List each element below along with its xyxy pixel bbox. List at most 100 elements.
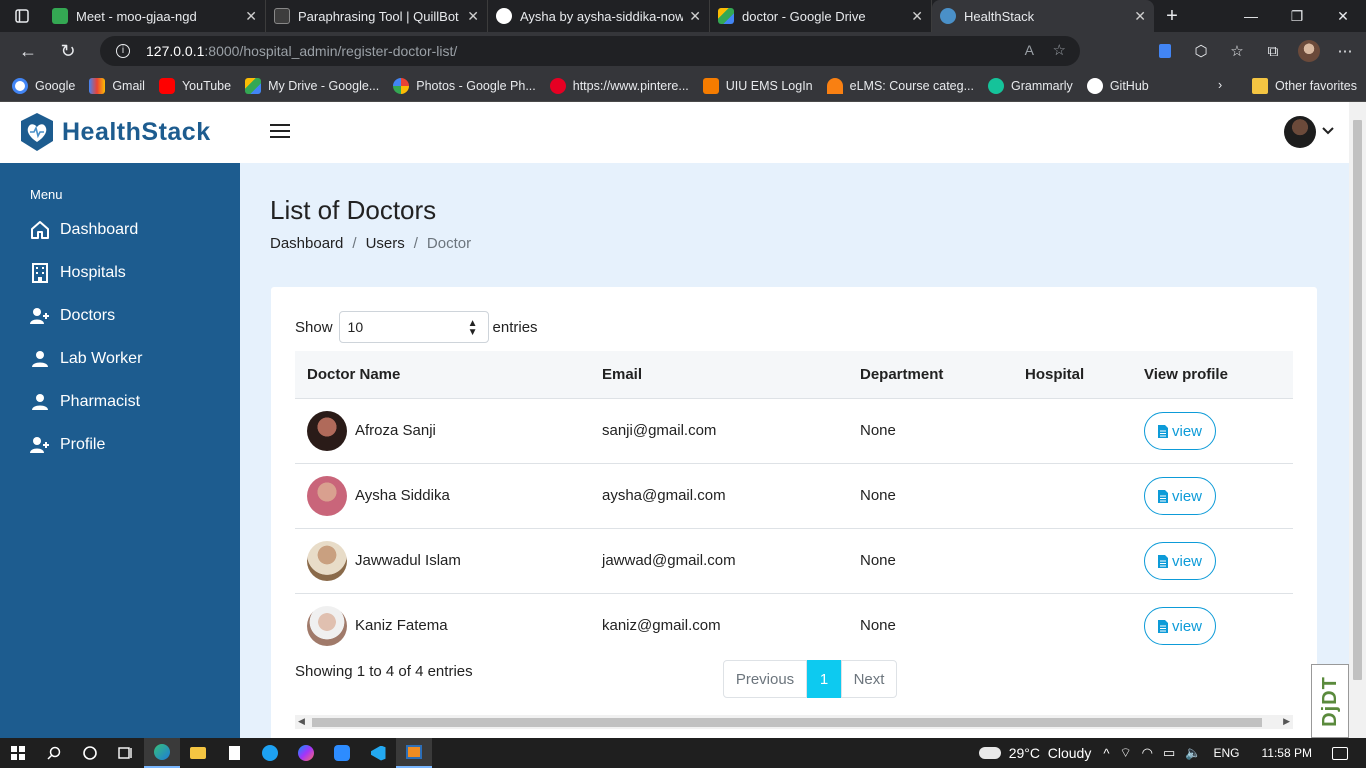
breadcrumb-link[interactable]: Users bbox=[366, 235, 405, 252]
scroll-left-icon[interactable]: ◀ bbox=[298, 716, 305, 727]
messenger-icon[interactable] bbox=[288, 738, 324, 768]
weather-cloud-icon[interactable] bbox=[978, 747, 1001, 759]
weather-text[interactable]: 29°C Cloudy bbox=[1009, 745, 1092, 761]
bookmark-item[interactable]: UIU EMS LogIn bbox=[702, 77, 813, 94]
sidebar-item-dashboard[interactable]: Dashboard bbox=[30, 220, 138, 240]
scrollbar-thumb[interactable] bbox=[1353, 120, 1362, 680]
scrollbar-thumb[interactable] bbox=[312, 718, 1262, 727]
bookmark-item[interactable]: GitHub bbox=[1086, 77, 1149, 94]
search-icon[interactable] bbox=[36, 738, 72, 768]
column-header[interactable]: Email bbox=[602, 366, 642, 383]
sidebar-toggle-icon[interactable] bbox=[270, 124, 290, 142]
new-tab-icon[interactable]: + bbox=[1154, 1, 1190, 31]
edge-taskbar-icon[interactable] bbox=[144, 738, 180, 768]
tab-title: Paraphrasing Tool | QuillBot AI bbox=[298, 8, 462, 24]
notepad-icon[interactable] bbox=[216, 738, 252, 768]
extensions-icon[interactable]: ⬡ bbox=[1190, 40, 1212, 62]
cortana-icon[interactable] bbox=[72, 738, 108, 768]
tab-close-icon[interactable]: ✕ bbox=[245, 8, 257, 25]
tab-close-icon[interactable]: ✕ bbox=[689, 8, 701, 25]
url-field[interactable]: i 127.0.0.1:8000/hospital_admin/register… bbox=[100, 36, 1080, 66]
read-aloud-icon[interactable]: A bbox=[1025, 42, 1034, 58]
tab-close-icon[interactable]: ✕ bbox=[1134, 8, 1146, 25]
view-profile-button[interactable]: view bbox=[1144, 412, 1216, 450]
column-header[interactable]: Department bbox=[860, 366, 943, 383]
profile-avatar[interactable] bbox=[1298, 40, 1320, 62]
bookmark-item[interactable]: My Drive - Google... bbox=[245, 77, 379, 94]
page-vertical-scrollbar[interactable] bbox=[1349, 102, 1366, 738]
bookmark-item[interactable]: Google bbox=[12, 77, 75, 94]
user-plus-icon bbox=[30, 306, 50, 326]
sidebar-item-hospitals[interactable]: Hospitals bbox=[30, 263, 126, 283]
scroll-right-icon[interactable]: ▶ bbox=[1283, 716, 1290, 727]
other-favorites[interactable]: Other favorites bbox=[1252, 78, 1357, 94]
sidebar-item-lab-worker[interactable]: Lab Worker bbox=[30, 349, 142, 369]
breadcrumb-link[interactable]: Dashboard bbox=[270, 235, 343, 252]
bookmark-item[interactable]: Gmail bbox=[89, 77, 145, 94]
pagination-previous[interactable]: Previous bbox=[723, 660, 807, 698]
view-profile-button[interactable]: view bbox=[1144, 542, 1216, 580]
bookmark-item[interactable]: Grammarly bbox=[988, 77, 1073, 94]
back-icon[interactable]: ← bbox=[8, 32, 48, 70]
pagination-page-current[interactable]: 1 bbox=[807, 660, 841, 698]
view-profile-button[interactable]: view bbox=[1144, 607, 1216, 645]
add-favorite-icon[interactable]: ☆ bbox=[1053, 41, 1066, 59]
sidebar-item-doctors[interactable]: Doctors bbox=[30, 306, 115, 326]
debug-toolbar-handle[interactable]: DjDT bbox=[1311, 664, 1349, 738]
favorites-icon[interactable]: ☆ bbox=[1226, 40, 1248, 62]
page-size-select[interactable]: 10 ▲ ▼ bbox=[338, 311, 489, 343]
extension-docs-icon[interactable] bbox=[1154, 40, 1176, 62]
vscode-icon[interactable] bbox=[360, 738, 396, 768]
network-icon[interactable]: ⌔ bbox=[1119, 745, 1131, 761]
close-window-icon[interactable]: ✕ bbox=[1320, 0, 1366, 32]
browser-tab[interactable]: Aysha by aysha-siddika-nows ✕ bbox=[488, 0, 710, 32]
browser-tab-active[interactable]: HealthStack ✕ bbox=[932, 0, 1154, 32]
document-icon bbox=[1157, 619, 1168, 633]
collections-icon[interactable]: ⧉ bbox=[1262, 40, 1284, 62]
battery-icon[interactable]: ▭ bbox=[1163, 745, 1175, 761]
tab-actions-icon[interactable] bbox=[0, 0, 44, 32]
tab-close-icon[interactable]: ✕ bbox=[911, 8, 923, 25]
task-view-icon[interactable] bbox=[108, 738, 144, 768]
sidebar-item-profile[interactable]: Profile bbox=[30, 435, 105, 455]
bookmark-item[interactable]: eLMS: Course categ... bbox=[826, 77, 974, 94]
sidebar-item-pharmacist[interactable]: Pharmacist bbox=[30, 392, 140, 412]
tab-close-icon[interactable]: ✕ bbox=[467, 8, 479, 25]
browser-tab[interactable]: Meet - moo-gjaa-ngd ✕ bbox=[44, 0, 266, 32]
more-options-icon[interactable]: ⋯ bbox=[1334, 40, 1356, 62]
sidebar-item-label: Dashboard bbox=[60, 221, 139, 238]
bookmark-item[interactable]: Photos - Google Ph... bbox=[393, 77, 536, 94]
system-tray: 29°C Cloudy ^ ⌔ ◠ ▭ 🔈 ENG 11:58 PM bbox=[978, 738, 1366, 768]
bookmark-item[interactable]: https://www.pintere... bbox=[549, 77, 689, 94]
language-indicator[interactable]: ENG bbox=[1214, 746, 1240, 760]
brand-logo[interactable]: HealthStack bbox=[18, 111, 211, 153]
column-header[interactable]: Hospital bbox=[1025, 366, 1084, 383]
photos-app-icon[interactable] bbox=[396, 738, 432, 768]
user-avatar[interactable] bbox=[1284, 116, 1316, 148]
view-profile-button[interactable]: view bbox=[1144, 477, 1216, 515]
volume-icon[interactable]: 🔈 bbox=[1185, 745, 1201, 761]
restore-icon[interactable]: ❐ bbox=[1274, 0, 1320, 32]
bookmark-label: YouTube bbox=[181, 78, 232, 93]
pagination-next[interactable]: Next bbox=[841, 660, 897, 698]
minimize-icon[interactable]: — bbox=[1228, 0, 1274, 32]
sidebar: Menu Dashboard Hospitals Doctors Lab Wor… bbox=[0, 163, 240, 738]
file-explorer-icon[interactable] bbox=[180, 738, 216, 768]
table-horizontal-scrollbar[interactable]: ◀ ▶ bbox=[295, 715, 1293, 729]
zoom-icon[interactable] bbox=[324, 738, 360, 768]
refresh-icon[interactable]: ↻ bbox=[48, 32, 88, 70]
column-header[interactable]: Doctor Name bbox=[307, 366, 400, 383]
chevron-down-icon[interactable] bbox=[1322, 122, 1334, 138]
browser-tab[interactable]: Paraphrasing Tool | QuillBot AI ✕ bbox=[266, 0, 488, 32]
twitter-icon[interactable] bbox=[252, 738, 288, 768]
browser-tab[interactable]: doctor - Google Drive ✕ bbox=[710, 0, 932, 32]
bookmarks-overflow-icon[interactable]: › bbox=[1218, 78, 1222, 92]
bookmark-item[interactable]: YouTube bbox=[158, 77, 232, 94]
windows-start-icon[interactable] bbox=[0, 738, 36, 768]
column-header[interactable]: View profile bbox=[1144, 366, 1228, 383]
chevron-up-icon[interactable]: ^ bbox=[1103, 746, 1109, 761]
wifi-icon[interactable]: ◠ bbox=[1142, 745, 1153, 761]
clock-time[interactable]: 11:58 PM bbox=[1262, 746, 1312, 760]
notifications-icon[interactable] bbox=[1332, 746, 1348, 760]
info-icon[interactable]: i bbox=[116, 44, 130, 58]
